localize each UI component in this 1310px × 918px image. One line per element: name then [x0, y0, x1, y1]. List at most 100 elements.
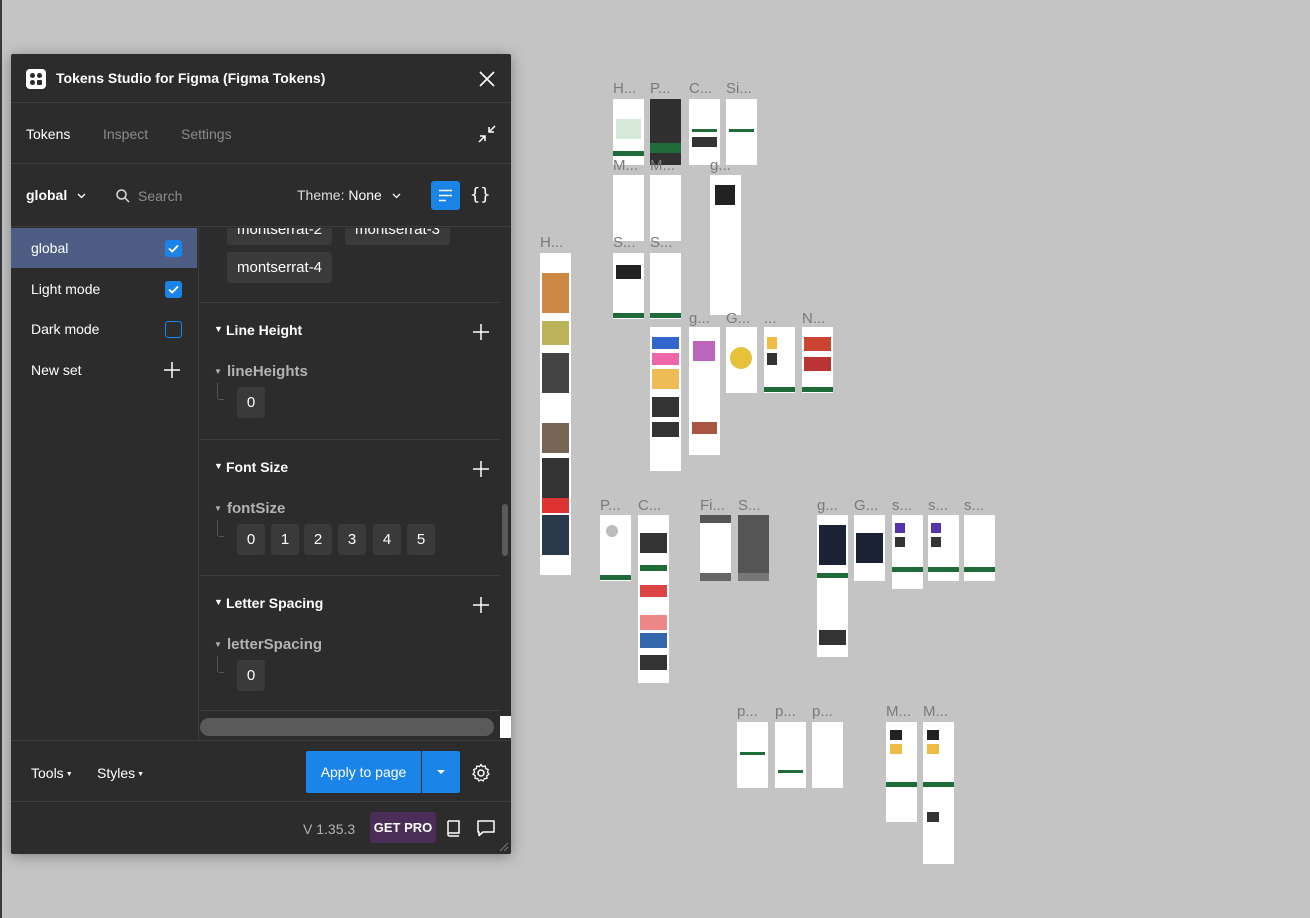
- caret-down-icon[interactable]: ▼: [214, 461, 223, 471]
- frame-thumbnail[interactable]: [540, 253, 571, 575]
- tab-settings[interactable]: Settings: [181, 126, 232, 142]
- frame-thumbnail[interactable]: [802, 327, 833, 393]
- frame-label[interactable]: M...: [650, 157, 675, 174]
- frame-thumbnail[interactable]: [700, 515, 731, 581]
- theme-select[interactable]: Theme: None: [297, 187, 401, 203]
- vertical-scrollbar[interactable]: [502, 504, 508, 556]
- horizontal-scrollbar[interactable]: [200, 718, 494, 736]
- frame-label[interactable]: P...: [650, 80, 671, 97]
- frame-thumbnail[interactable]: [738, 515, 769, 581]
- frame-label[interactable]: S...: [738, 497, 761, 514]
- close-icon[interactable]: [475, 67, 499, 91]
- frame-thumbnail[interactable]: [854, 515, 885, 581]
- frame-thumbnail[interactable]: [775, 722, 806, 788]
- token-pill[interactable]: 2: [304, 524, 332, 555]
- caret-down-icon[interactable]: ▼: [214, 597, 223, 607]
- frame-label[interactable]: ...: [764, 310, 777, 327]
- json-view-button[interactable]: {}: [470, 185, 490, 205]
- plus-icon[interactable]: [472, 323, 490, 341]
- frame-label[interactable]: M...: [613, 157, 638, 174]
- frame-label[interactable]: N...: [802, 310, 825, 327]
- frame-label[interactable]: g...: [817, 497, 838, 514]
- token-pill[interactable]: 0: [237, 387, 265, 418]
- frame-thumbnail[interactable]: [613, 175, 644, 241]
- frame-thumbnail[interactable]: [726, 327, 757, 393]
- frame-thumbnail[interactable]: [650, 99, 681, 165]
- apply-to-page-button[interactable]: Apply to page: [306, 751, 421, 793]
- token-set-dark-mode[interactable]: Dark mode: [11, 309, 197, 349]
- frame-thumbnail[interactable]: [600, 515, 631, 581]
- caret-down-icon[interactable]: ▼: [214, 367, 222, 376]
- frame-label[interactable]: H...: [540, 234, 563, 251]
- section-title[interactable]: Font Size: [226, 459, 288, 475]
- caret-down-icon[interactable]: ▼: [214, 640, 222, 649]
- new-set-button[interactable]: New set: [11, 350, 197, 390]
- frame-thumbnail[interactable]: [613, 99, 644, 165]
- frame-label[interactable]: p...: [812, 703, 833, 720]
- styles-menu-button[interactable]: Styles ▼: [97, 765, 144, 781]
- frame-label[interactable]: g...: [710, 157, 731, 174]
- frame-thumbnail[interactable]: [923, 722, 954, 864]
- frame-label[interactable]: g...: [689, 310, 710, 327]
- frame-thumbnail[interactable]: [613, 253, 644, 319]
- plus-icon[interactable]: [472, 460, 490, 478]
- frame-label[interactable]: H...: [613, 80, 636, 97]
- frame-label[interactable]: S...: [613, 234, 636, 251]
- frame-thumbnail[interactable]: [689, 327, 720, 455]
- frame-label[interactable]: s...: [964, 497, 984, 514]
- tab-inspect[interactable]: Inspect: [103, 126, 148, 142]
- token-pill[interactable]: montserrat-3: [345, 228, 451, 245]
- token-set-checkbox[interactable]: [165, 281, 182, 298]
- token-pill[interactable]: 5: [407, 524, 435, 555]
- frame-thumbnail[interactable]: [886, 722, 917, 822]
- list-view-button[interactable]: [431, 181, 460, 210]
- frame-label[interactable]: p...: [775, 703, 796, 720]
- token-pill[interactable]: 4: [373, 524, 401, 555]
- token-set-light-mode[interactable]: Light mode: [11, 269, 197, 309]
- frame-thumbnail[interactable]: [638, 515, 669, 683]
- frame-label[interactable]: s...: [928, 497, 948, 514]
- chat-bubble-icon[interactable]: [476, 819, 496, 837]
- token-pill[interactable]: 3: [338, 524, 366, 555]
- token-pill[interactable]: montserrat-4: [227, 252, 333, 283]
- frame-thumbnail[interactable]: [710, 175, 741, 315]
- frame-thumbnail[interactable]: [817, 515, 848, 657]
- frame-thumbnail[interactable]: [737, 722, 768, 788]
- section-title[interactable]: Letter Spacing: [226, 595, 323, 611]
- frame-label[interactable]: M...: [923, 703, 948, 720]
- frame-label[interactable]: S...: [650, 234, 673, 251]
- frame-thumbnail[interactable]: [650, 175, 681, 241]
- section-title[interactable]: Line Height: [226, 322, 302, 338]
- caret-down-icon[interactable]: ▼: [214, 504, 222, 513]
- tools-menu-button[interactable]: Tools ▼: [31, 765, 73, 781]
- frame-thumbnail[interactable]: [812, 722, 843, 788]
- frame-thumbnail[interactable]: [964, 515, 995, 581]
- plus-icon[interactable]: [472, 596, 490, 614]
- search-input[interactable]: [138, 183, 288, 209]
- tab-tokens[interactable]: Tokens: [26, 126, 70, 142]
- token-pill[interactable]: 1: [271, 524, 299, 555]
- frame-thumbnail[interactable]: [650, 253, 681, 319]
- frame-thumbnail[interactable]: [689, 99, 720, 165]
- apply-options-dropdown[interactable]: [422, 751, 460, 793]
- frame-label[interactable]: p...: [737, 703, 758, 720]
- frame-thumbnail[interactable]: [650, 327, 681, 471]
- book-icon[interactable]: [445, 819, 463, 837]
- token-pill[interactable]: 0: [237, 660, 265, 691]
- resize-grip-icon[interactable]: [497, 840, 509, 852]
- frame-thumbnail[interactable]: [726, 99, 757, 165]
- token-set-select[interactable]: global: [26, 187, 86, 203]
- frame-label[interactable]: C...: [638, 497, 661, 514]
- frame-label[interactable]: G...: [854, 497, 878, 514]
- token-group-name[interactable]: lineHeights: [227, 363, 308, 380]
- frame-label[interactable]: C...: [689, 80, 712, 97]
- frame-label[interactable]: G...: [726, 310, 750, 327]
- frame-thumbnail[interactable]: [892, 515, 923, 589]
- token-set-checkbox[interactable]: [165, 321, 182, 338]
- token-group-name[interactable]: letterSpacing: [227, 636, 322, 653]
- token-pill[interactable]: 0: [237, 524, 265, 555]
- get-pro-button[interactable]: GET PRO: [370, 812, 436, 843]
- gear-icon[interactable]: [471, 763, 491, 783]
- caret-down-icon[interactable]: ▼: [214, 324, 223, 334]
- frame-label[interactable]: P...: [600, 497, 621, 514]
